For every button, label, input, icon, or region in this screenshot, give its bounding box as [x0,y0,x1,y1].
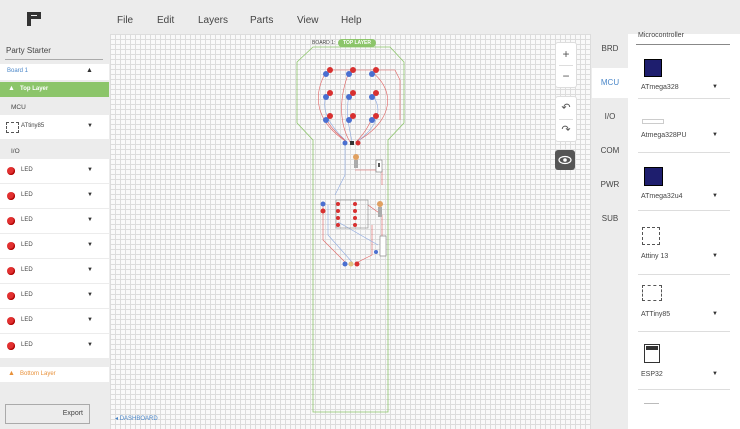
dropdown-arrow-icon[interactable]: ▼ [712,253,718,259]
antenna-icon [646,346,658,350]
component-label: Attiny 13 [641,253,669,260]
chip-icon[interactable] [642,119,664,124]
dropdown-arrow-icon[interactable]: ▼ [712,132,718,138]
tab-com[interactable]: COM [592,136,628,166]
tab-brd[interactable]: BRD [592,34,628,64]
component-label: ATTiny85 [641,311,671,318]
layer-pill[interactable]: TOP LAYER [338,39,376,47]
zoom-out-button[interactable]: − [556,65,576,87]
chip-icon[interactable] [644,167,663,186]
tab-pwr[interactable]: PWR [592,170,628,200]
dashboard-link[interactable]: ◂ DASHBOARD [115,415,158,422]
redo-button[interactable]: ↷ [556,119,576,141]
chip-icon[interactable] [644,59,662,77]
divider [638,210,730,211]
divider [638,389,730,390]
visibility-toggle-button[interactable] [555,150,575,170]
chip-icon[interactable] [644,344,660,363]
component-label: ESP32 [641,371,663,378]
tab-sub[interactable]: SUB [592,204,628,234]
divider [638,98,730,99]
chip-icon[interactable] [642,227,660,245]
dashboard-label: DASHBOARD [119,416,158,422]
eye-icon [558,155,572,165]
zoom-controls: + − [555,42,577,88]
undo-button[interactable]: ↶ [556,97,576,119]
divider [638,274,730,275]
board-label: BOARD 1: [312,40,336,46]
tab-mcu[interactable]: MCU [592,68,628,98]
panel-title: Microcontroller [638,32,684,39]
divider [638,331,730,332]
history-controls: ↶ ↷ [555,96,577,142]
dropdown-arrow-icon[interactable]: ▼ [712,193,718,199]
component-label: ATmega328 [641,84,679,91]
dropdown-arrow-icon[interactable]: ▼ [712,84,718,90]
component-label: Atmega328PU [641,132,687,139]
chip-icon[interactable] [642,285,662,301]
divider [638,152,730,153]
component-category-tabs: BRD MCU I/O COM PWR SUB [592,34,628,429]
component-panel: Microcontroller ATmega328 ▼ Atmega328PU … [628,32,740,429]
component-label: ATmega32u4 [641,193,683,200]
divider [636,44,730,45]
divider [644,403,659,404]
dropdown-arrow-icon[interactable]: ▼ [712,311,718,317]
tab-io[interactable]: I/O [592,102,628,132]
zoom-in-button[interactable]: + [556,43,576,65]
dropdown-arrow-icon[interactable]: ▼ [712,371,718,377]
